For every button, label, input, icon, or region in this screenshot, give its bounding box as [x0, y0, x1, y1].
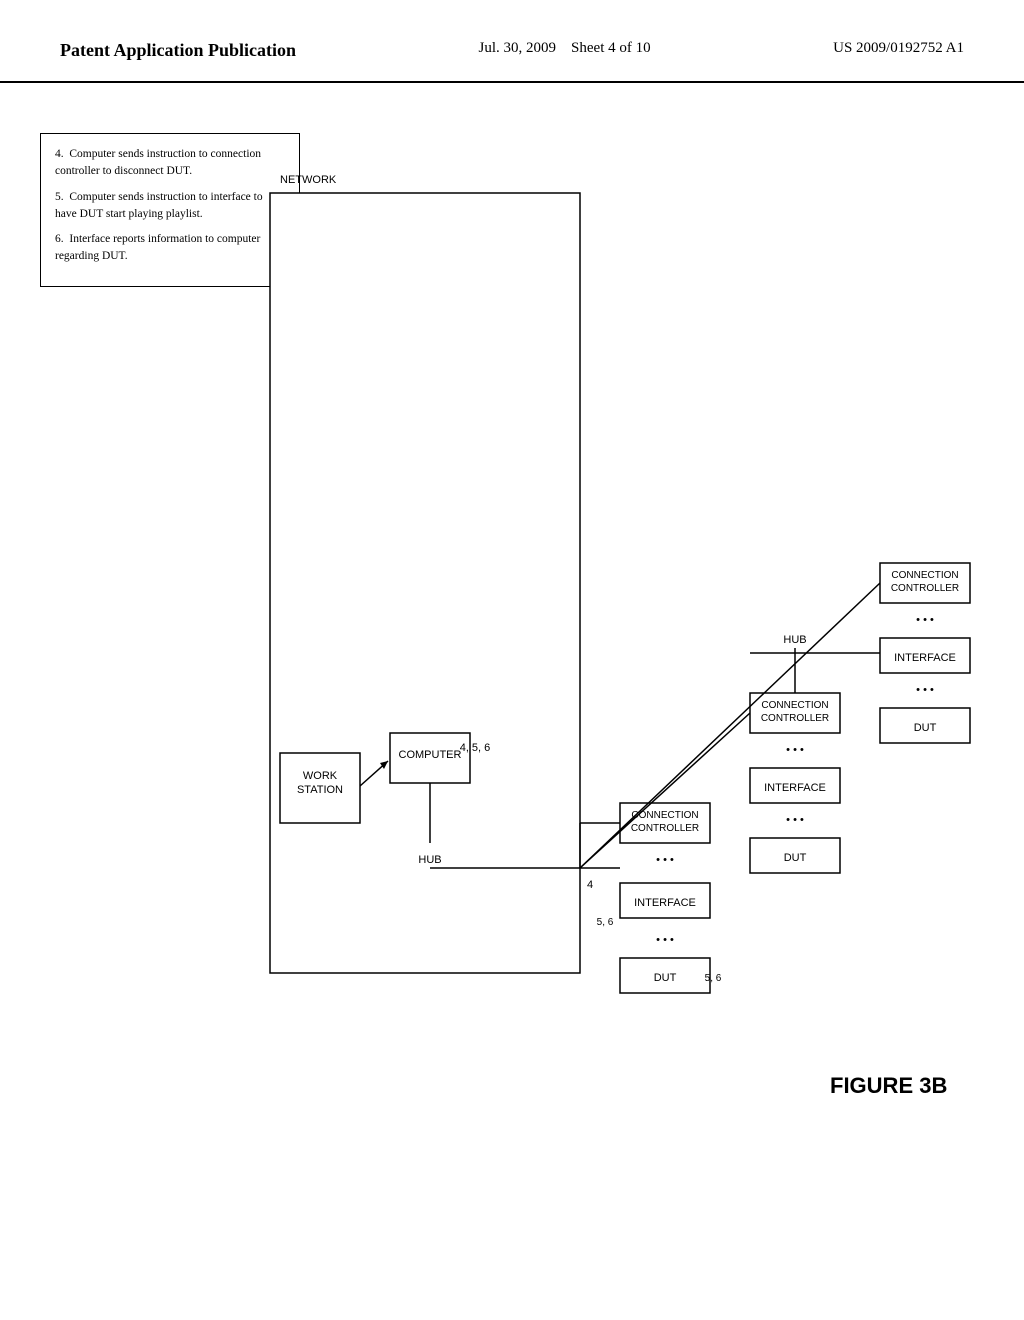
patent-title: Patent Application Publication — [60, 40, 296, 61]
svg-text:HUB: HUB — [783, 634, 806, 646]
svg-text:INTERFACE: INTERFACE — [764, 782, 826, 794]
svg-text:INTERFACE: INTERFACE — [634, 897, 696, 909]
sheet-info: Sheet 4 of 10 — [571, 40, 651, 56]
svg-text:4, 5, 6: 4, 5, 6 — [460, 742, 491, 754]
page-header: Patent Application Publication Jul. 30, … — [0, 0, 1024, 83]
svg-text:CONTROLLER: CONTROLLER — [761, 713, 829, 724]
note-item-6: 6. Interface reports information to comp… — [55, 231, 285, 266]
svg-text:HUB: HUB — [418, 854, 441, 866]
svg-text:• • •: • • • — [916, 614, 934, 626]
main-content: 4. Computer sends instruction to connect… — [0, 83, 1024, 1303]
svg-text:CONTROLLER: CONTROLLER — [631, 823, 699, 834]
svg-text:4: 4 — [587, 879, 593, 891]
diagram-svg: .lbl { font-family: 'Arial', sans-serif;… — [260, 113, 1024, 1263]
svg-text:• • •: • • • — [916, 684, 934, 696]
header-meta: Jul. 30, 2009 Sheet 4 of 10 — [479, 40, 651, 57]
svg-text:FIGURE 3B: FIGURE 3B — [830, 1073, 947, 1098]
svg-text:5, 6: 5, 6 — [705, 973, 722, 984]
svg-text:5, 6: 5, 6 — [597, 917, 614, 928]
svg-text:• • •: • • • — [656, 934, 674, 946]
svg-text:CONNECTION: CONNECTION — [761, 700, 828, 711]
note-item-5: 5. Computer sends instruction to interfa… — [55, 189, 285, 224]
svg-text:DUT: DUT — [914, 722, 937, 734]
note-item-4: 4. Computer sends instruction to connect… — [55, 146, 285, 181]
diagram-section: .lbl { font-family: 'Arial', sans-serif;… — [320, 113, 984, 1273]
svg-text:STATION: STATION — [297, 784, 343, 796]
svg-text:DUT: DUT — [654, 972, 677, 984]
svg-text:• • •: • • • — [786, 814, 804, 826]
svg-text:CONNECTION: CONNECTION — [891, 570, 958, 581]
svg-text:• • •: • • • — [786, 744, 804, 756]
svg-text:WORK: WORK — [303, 770, 338, 782]
svg-text:DUT: DUT — [784, 852, 807, 864]
patent-number: US 2009/0192752 A1 — [833, 40, 964, 57]
svg-text:COMPUTER: COMPUTER — [399, 749, 462, 761]
svg-text:NETWORK: NETWORK — [280, 174, 337, 186]
svg-text:• • •: • • • — [656, 854, 674, 866]
svg-text:INTERFACE: INTERFACE — [894, 652, 956, 664]
svg-text:CONTROLLER: CONTROLLER — [891, 583, 959, 594]
publication-date: Jul. 30, 2009 — [479, 40, 557, 56]
